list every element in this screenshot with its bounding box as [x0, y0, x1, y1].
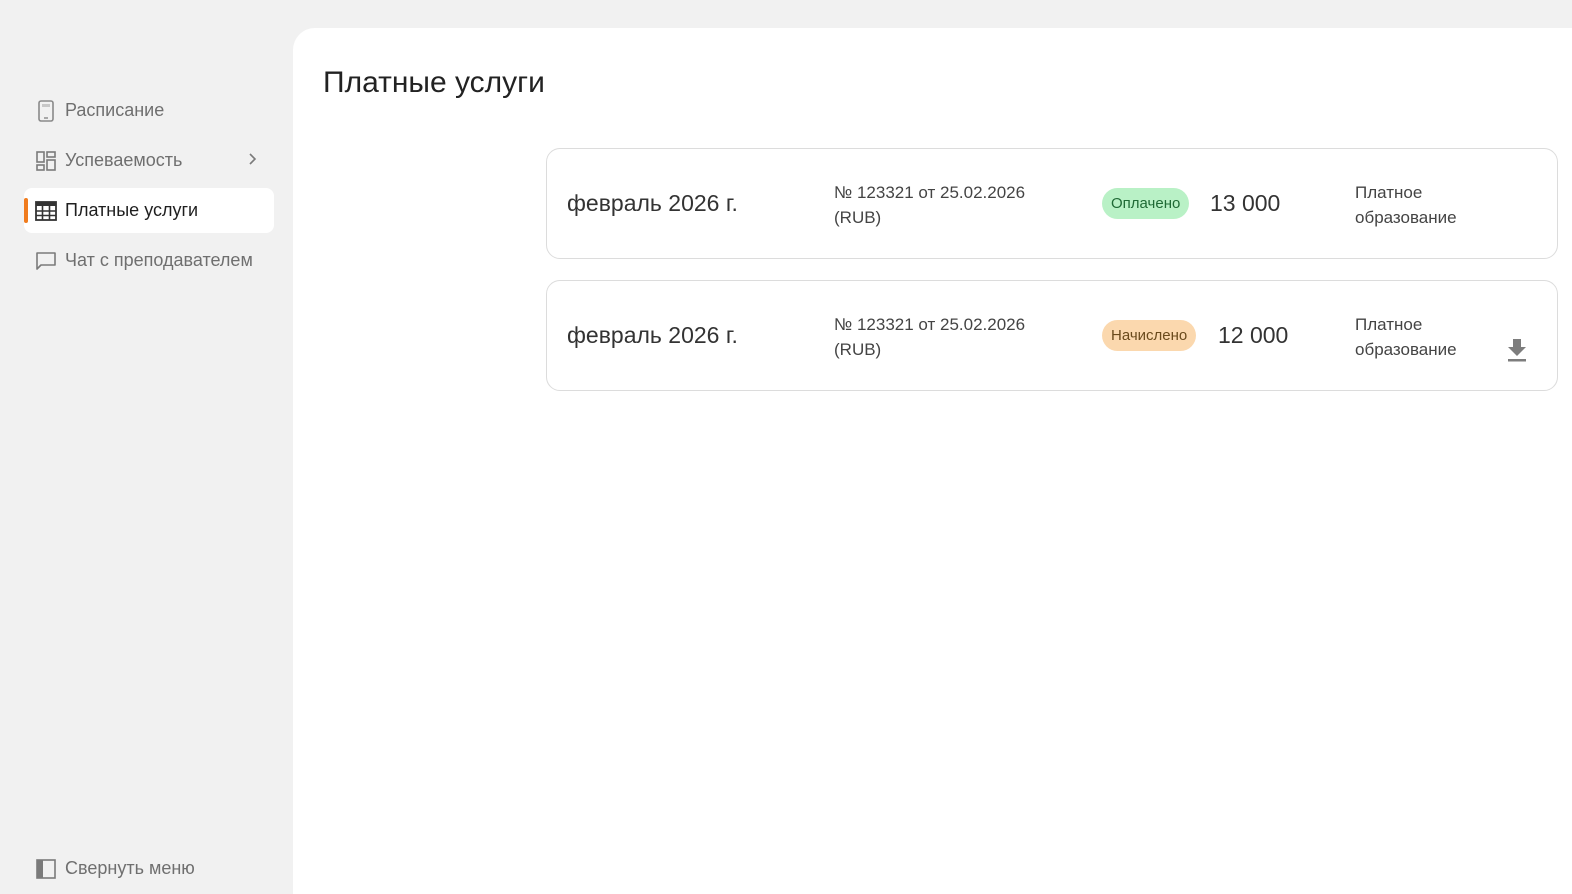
dashboard-icon [35, 150, 57, 172]
collapse-menu-button[interactable]: Свернуть меню [24, 846, 274, 891]
sidebar-item-label: Расписание [65, 100, 165, 120]
status-badge: Оплачено [1102, 188, 1190, 219]
phone-schedule-icon [35, 99, 57, 122]
payment-amount: 13 000 [1210, 190, 1281, 216]
payment-period: февраль 2026 г. [567, 322, 738, 348]
payment-card: февраль 2026 г. № 123321 от 25.02.2026 (… [546, 280, 1558, 391]
sidebar-item-schedule[interactable]: Расписание [24, 88, 274, 133]
chat-icon [35, 250, 57, 272]
payment-amount: 12 000 [1218, 322, 1289, 348]
payment-service: Платное образование [1355, 183, 1457, 227]
sidebar-item-chat[interactable]: Чат с преподавателем [24, 238, 274, 283]
payment-document: № 123321 от 25.02.2026 (RUB) [834, 183, 1026, 227]
table-icon [35, 200, 57, 222]
sidebar-item-label: Чат с преподавателем [65, 250, 253, 270]
payment-card: февраль 2026 г. № 123321 от 25.02.2026 (… [546, 148, 1558, 259]
sidebar-item-progress[interactable]: Успеваемость [24, 138, 274, 183]
sidebar-item-label: Платные услуги [65, 200, 199, 220]
payment-document: № 123321 от 25.02.2026 (RUB) [834, 315, 1026, 359]
sidebar: Расписание Успеваемость Платные услуги Ч… [0, 0, 293, 894]
page-title: Платные услуги [323, 66, 545, 99]
sidebar-item-paid-services[interactable]: Платные услуги [24, 188, 274, 233]
sidebar-collapse-icon [35, 858, 57, 880]
payment-service: Платное образование [1355, 315, 1457, 359]
payment-period: февраль 2026 г. [567, 190, 738, 216]
collapse-menu-label: Свернуть меню [65, 858, 195, 878]
sidebar-item-label: Успеваемость [65, 150, 183, 170]
chevron-right-icon[interactable] [248, 151, 258, 172]
main-content: Платные услуги февраль 2026 г. № 123321 … [293, 28, 1572, 894]
download-icon [1508, 339, 1526, 362]
status-badge: Начислено [1102, 320, 1197, 351]
download-button[interactable] [1505, 337, 1529, 363]
